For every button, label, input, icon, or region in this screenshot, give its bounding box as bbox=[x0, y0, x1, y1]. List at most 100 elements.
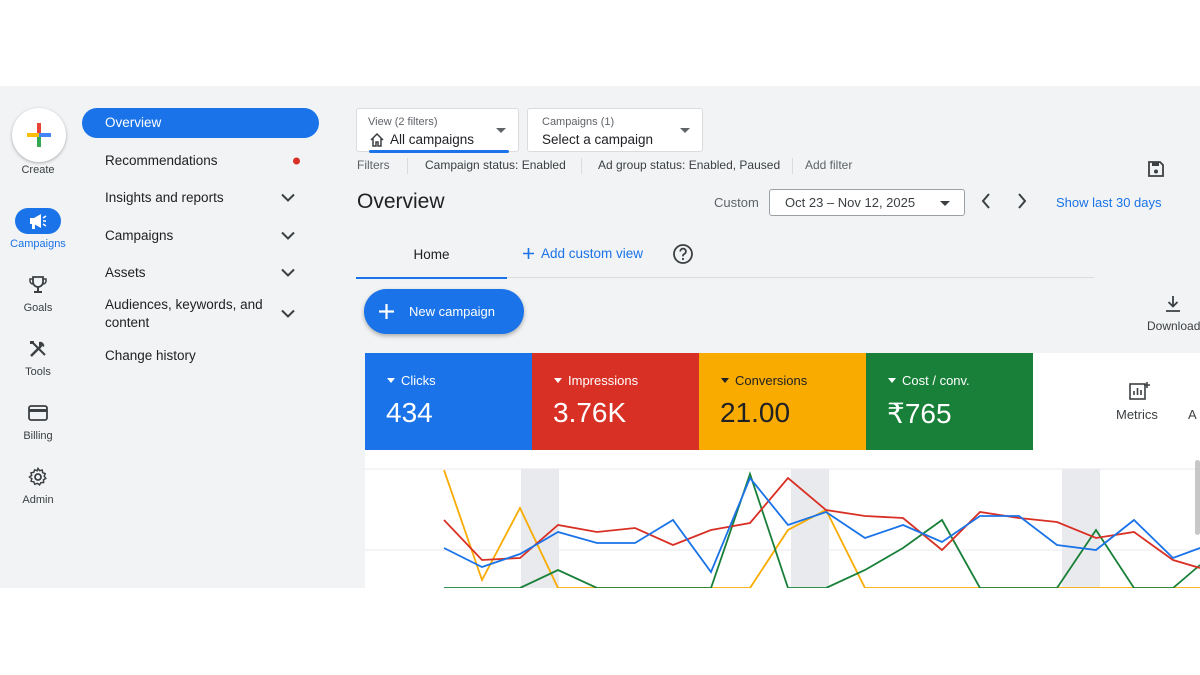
dropdown-triangle-icon bbox=[387, 378, 395, 383]
download-label: Download bbox=[1147, 319, 1200, 333]
metric-card-conversions[interactable]: Conversions 21.00 bbox=[699, 353, 866, 450]
metrics-label[interactable]: Metrics bbox=[1116, 407, 1158, 422]
save-icon[interactable] bbox=[1147, 160, 1165, 178]
nav-item-label-line1: Audiences, keywords, and bbox=[105, 297, 263, 312]
view-selector-caption: View (2 filters) bbox=[368, 116, 438, 128]
nav-item-label: Recommendations bbox=[105, 153, 218, 168]
weekend-band bbox=[1062, 469, 1100, 588]
divider bbox=[581, 158, 582, 174]
nav-item-assets[interactable]: Assets bbox=[82, 258, 319, 288]
nav-item-insights-and-reports[interactable]: Insights and reports bbox=[82, 183, 319, 213]
main-content: View (2 filters) All campaigns Campaigns… bbox=[356, 86, 1200, 588]
rail-item-goals[interactable]: Goals bbox=[0, 272, 76, 322]
new-campaign-button[interactable]: New campaign bbox=[364, 289, 524, 334]
add-filter-link[interactable]: Add filter bbox=[805, 158, 852, 172]
chevron-right-icon[interactable] bbox=[1016, 192, 1028, 210]
add-custom-view-label: Add custom view bbox=[541, 246, 644, 261]
new-campaign-label: New campaign bbox=[409, 304, 495, 319]
divider bbox=[407, 158, 408, 174]
view-selector[interactable]: View (2 filters) All campaigns bbox=[356, 108, 519, 153]
metric-value: 21.00 bbox=[720, 397, 791, 428]
dropdown-triangle-icon bbox=[721, 378, 729, 383]
dropdown-triangle-icon bbox=[554, 378, 562, 383]
metric-name: Conversions bbox=[735, 373, 808, 388]
home-icon bbox=[370, 133, 384, 147]
megaphone-icon bbox=[15, 208, 61, 234]
plus-icon bbox=[379, 304, 394, 319]
filter-chip-ad-group-status[interactable]: Ad group status: Enabled, Paused bbox=[598, 158, 780, 172]
rail-label-billing: Billing bbox=[23, 430, 53, 442]
show-last-30-days-link[interactable]: Show last 30 days bbox=[1056, 195, 1162, 210]
filters-label: Filters bbox=[357, 158, 390, 172]
tab-home-label: Home bbox=[413, 247, 450, 262]
weekend-band bbox=[791, 469, 829, 588]
metrics-chart-add-icon[interactable] bbox=[1129, 381, 1151, 401]
metric-name: Clicks bbox=[401, 373, 436, 388]
date-range-picker[interactable]: Oct 23 – Nov 12, 2025 bbox=[769, 189, 965, 216]
create-button[interactable] bbox=[12, 108, 66, 162]
nav-item-change-history[interactable]: Change history bbox=[82, 341, 319, 371]
performance-chart bbox=[365, 450, 1200, 588]
nav-item-label: Change history bbox=[105, 348, 196, 363]
rail-label-goals: Goals bbox=[23, 302, 53, 314]
rail-label-tools: Tools bbox=[25, 366, 51, 378]
create-label: Create bbox=[21, 164, 55, 176]
tab-active-indicator bbox=[356, 277, 507, 279]
filter-chip-campaign-status[interactable]: Campaign status: Enabled bbox=[425, 158, 566, 172]
chevron-down-icon bbox=[281, 231, 295, 240]
performance-chart-svg bbox=[365, 468, 1200, 588]
view-selector-value: All campaigns bbox=[390, 132, 475, 147]
metrics-extra-label[interactable]: A bbox=[1188, 407, 1197, 422]
rail-item-tools[interactable]: Tools bbox=[0, 336, 76, 386]
metric-name: Cost / conv. bbox=[902, 373, 970, 388]
nav-item-campaigns[interactable]: Campaigns bbox=[82, 221, 319, 251]
nav-item-overview[interactable]: Overview bbox=[82, 108, 319, 138]
plus-multicolor-icon bbox=[27, 123, 51, 147]
tab-home[interactable]: Home bbox=[356, 246, 507, 279]
rail-item-campaigns[interactable]: Campaigns bbox=[0, 208, 76, 258]
trophy-icon bbox=[23, 272, 53, 298]
rail-label-admin: Admin bbox=[22, 494, 54, 506]
campaign-selector[interactable]: Campaigns (1) Select a campaign bbox=[527, 108, 703, 152]
date-range-type-label: Custom bbox=[714, 195, 759, 210]
nav-item-label: Assets bbox=[105, 265, 146, 280]
plus-icon bbox=[523, 248, 534, 259]
metric-value: 434 bbox=[386, 397, 433, 428]
nav-item-recommendations[interactable]: Recommendations bbox=[82, 146, 319, 176]
nav-item-label-line2: content bbox=[105, 315, 150, 330]
metric-cards: Clicks 434 Impressions 3.76K Conversions… bbox=[365, 353, 1200, 450]
metric-card-clicks[interactable]: Clicks 434 bbox=[365, 353, 532, 450]
chevron-down-icon bbox=[281, 309, 295, 318]
dropdown-triangle-icon bbox=[888, 378, 896, 383]
add-custom-view-button[interactable]: Add custom view bbox=[522, 246, 643, 261]
metric-value: ₹765 bbox=[887, 398, 952, 429]
campaign-selector-value: Select a campaign bbox=[542, 132, 654, 147]
chevron-down-icon bbox=[281, 268, 295, 277]
google-ads-app: Create Campaigns Goals Tools Billing Adm… bbox=[0, 86, 1200, 588]
download-icon bbox=[1166, 296, 1180, 312]
caret-down-icon bbox=[496, 128, 506, 133]
tools-icon bbox=[23, 336, 53, 362]
rail-item-admin[interactable]: Admin bbox=[0, 464, 76, 514]
credit-card-icon bbox=[23, 400, 53, 426]
gear-icon bbox=[23, 464, 53, 490]
nav-item-label: Audiences, keywords, and content bbox=[105, 296, 263, 332]
metric-card-cost-per-conv[interactable]: Cost / conv. ₹765 bbox=[866, 353, 1033, 450]
nav-item-audiences-keywords-content[interactable]: Audiences, keywords, and content bbox=[82, 294, 319, 334]
rail-label-campaigns: Campaigns bbox=[10, 238, 66, 250]
nav-item-label: Insights and reports bbox=[105, 190, 224, 205]
notification-dot bbox=[293, 157, 300, 165]
active-underline bbox=[369, 150, 509, 153]
rail-item-billing[interactable]: Billing bbox=[0, 400, 76, 450]
date-range-value: Oct 23 – Nov 12, 2025 bbox=[785, 195, 916, 210]
help-icon[interactable] bbox=[672, 243, 694, 265]
metric-value: 3.76K bbox=[553, 397, 627, 428]
nav-item-label: Overview bbox=[105, 115, 162, 130]
metric-card-impressions[interactable]: Impressions 3.76K bbox=[532, 353, 699, 450]
download-button[interactable]: Download bbox=[1146, 293, 1200, 333]
scrollbar[interactable] bbox=[1195, 460, 1200, 535]
page-title: Overview bbox=[357, 190, 445, 213]
left-rail: Create Campaigns Goals Tools Billing Adm… bbox=[0, 86, 76, 588]
caret-down-icon bbox=[680, 128, 690, 133]
chevron-left-icon[interactable] bbox=[980, 192, 992, 210]
